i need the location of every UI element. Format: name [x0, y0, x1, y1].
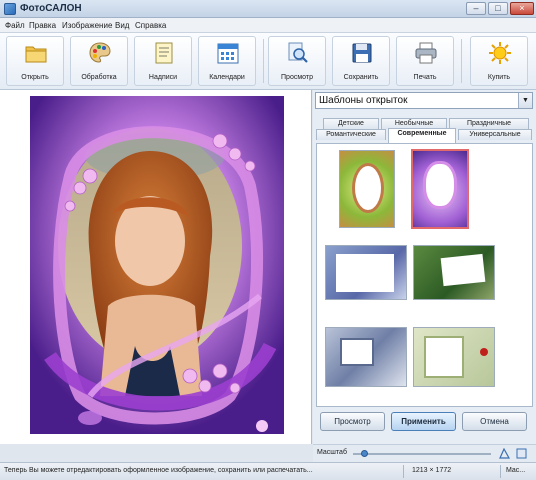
photo-artwork: [30, 96, 284, 434]
template-thumbnails[interactable]: [316, 143, 533, 407]
menu-image[interactable]: Изображение: [62, 21, 112, 30]
templates-panel: Шаблоны открыток ▼ Детские Необычные Пра…: [313, 90, 536, 444]
print-button[interactable]: Печать: [396, 36, 454, 86]
chevron-down-icon[interactable]: ▼: [518, 93, 532, 108]
template-category-select[interactable]: Шаблоны открыток ▼: [315, 92, 533, 109]
maximize-button[interactable]: □: [488, 2, 508, 15]
toolbar-separator: [263, 39, 264, 83]
menu-bar: Файл Правка Изображение Вид Справка: [0, 18, 536, 33]
template-thumbnail[interactable]: [325, 245, 407, 300]
actual-size-icon[interactable]: [516, 448, 527, 459]
tab-romantic[interactable]: Романтические: [316, 129, 386, 140]
buy-label: Купить: [487, 74, 511, 81]
process-label: Обработка: [81, 74, 117, 81]
sun-icon: [489, 42, 511, 64]
save-label: Сохранить: [343, 74, 379, 81]
note-icon: [155, 42, 173, 64]
palette-icon: [89, 42, 111, 63]
zoom-bar: Масштаб: [313, 444, 536, 462]
open-label: Открыть: [21, 74, 49, 81]
window-title: ФотоСАЛОН: [20, 3, 82, 14]
ornament-icon: [480, 348, 488, 356]
zoom-slider-handle[interactable]: [361, 450, 368, 457]
zoom-slider-track[interactable]: [353, 453, 491, 455]
folder-icon: [25, 46, 47, 63]
tab-universal[interactable]: Универсальные: [458, 129, 532, 140]
tab-holiday[interactable]: Праздничные: [449, 118, 529, 129]
template-category-value: Шаблоны открыток: [319, 95, 408, 106]
menu-edit[interactable]: Правка: [29, 21, 56, 30]
status-divider: [403, 465, 404, 478]
calendars-button[interactable]: Календари: [198, 36, 256, 86]
status-divider: [500, 465, 501, 478]
open-button[interactable]: Открыть: [6, 36, 64, 86]
close-button[interactable]: ×: [510, 2, 534, 15]
menu-file[interactable]: Файл: [5, 21, 25, 30]
minimize-button[interactable]: –: [466, 2, 486, 15]
tab-modern[interactable]: Современные: [388, 128, 456, 143]
menu-help[interactable]: Справка: [135, 21, 166, 30]
title-bar: ФотоСАЛОН – □ ×: [0, 0, 536, 18]
preview-template-button[interactable]: Просмотр: [320, 412, 385, 431]
status-zoom: Мас...: [506, 467, 526, 474]
cancel-template-button[interactable]: Отмена: [462, 412, 527, 431]
template-thumbnail[interactable]: [325, 327, 407, 387]
menu-view[interactable]: Вид: [115, 21, 129, 30]
status-message: Теперь Вы можете отредактировать оформле…: [4, 467, 313, 474]
toolbar: Открыть Обработка Надписи Календари Прос…: [0, 33, 536, 90]
preview-label: Просмотр: [281, 74, 313, 81]
fit-zoom-icon[interactable]: [499, 448, 510, 459]
save-button[interactable]: Сохранить: [332, 36, 390, 86]
photo-preview[interactable]: [30, 96, 284, 434]
calendars-label: Календари: [209, 74, 245, 81]
captions-button[interactable]: Надписи: [134, 36, 192, 86]
printer-icon: [415, 42, 437, 64]
status-bar: Теперь Вы можете отредактировать оформле…: [0, 462, 536, 480]
buy-button[interactable]: Купить: [470, 36, 528, 86]
print-label: Печать: [413, 74, 437, 81]
apply-template-button[interactable]: Применить: [391, 412, 456, 431]
preview-button[interactable]: Просмотр: [268, 36, 326, 86]
captions-label: Надписи: [148, 74, 178, 81]
template-thumbnail[interactable]: [339, 150, 395, 228]
template-thumbnail[interactable]: [413, 245, 495, 300]
image-size: 1213 × 1772: [412, 467, 452, 474]
process-button[interactable]: Обработка: [70, 36, 128, 86]
toolbar-separator: [461, 39, 462, 83]
template-thumbnail[interactable]: [413, 327, 495, 387]
tab-kids[interactable]: Детские: [323, 118, 379, 129]
app-icon: [4, 3, 16, 15]
floppy-icon: [352, 43, 372, 63]
canvas-area[interactable]: [0, 90, 312, 444]
magnifier-icon: [288, 42, 308, 63]
template-thumbnail-selected[interactable]: [411, 149, 469, 229]
calendar-icon: [217, 43, 239, 64]
zoom-label: Масштаб: [317, 449, 347, 456]
